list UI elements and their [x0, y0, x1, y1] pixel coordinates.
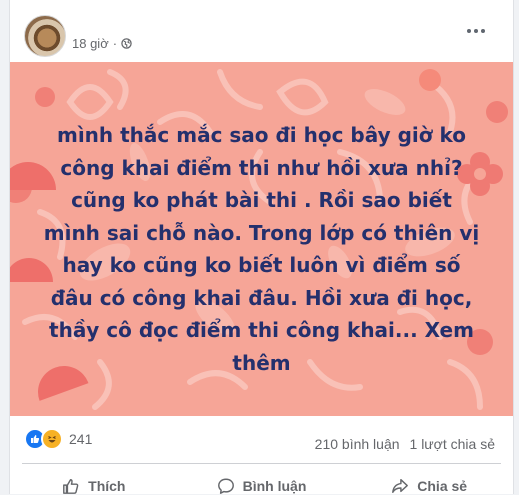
share-button[interactable]: Chia sẻ [345, 466, 513, 494]
share-icon [392, 478, 409, 494]
post-card: 18 giờ · mình thắc mắc sao đi học bây gi… [9, 0, 514, 494]
post-text: mình thắc mắc sao đi học bây giờ ko công… [40, 119, 483, 379]
comment-icon [217, 478, 234, 494]
share-label: Chia sẻ [417, 478, 468, 494]
haha-icon [41, 428, 63, 450]
like-label: Thích [88, 478, 126, 494]
globe-icon [121, 38, 132, 49]
engagement-counts: 210 bình luận 1 lượt chia sẻ [315, 436, 495, 452]
post-body: mình thắc mắc sao đi học bây giờ ko công… [43, 123, 480, 342]
thumbs-up-icon [63, 478, 79, 494]
meta-separator: · [112, 36, 118, 51]
post-time[interactable]: 18 giờ [72, 36, 109, 51]
comment-count[interactable]: 210 bình luận [315, 436, 400, 452]
more-options-icon[interactable] [465, 26, 487, 36]
post-stats: 241 210 bình luận 1 lượt chia sẻ [10, 416, 513, 456]
post-header: 18 giờ · [10, 0, 513, 62]
reaction-count: 241 [69, 431, 93, 447]
post-meta: 18 giờ · [72, 36, 132, 51]
reactions-summary[interactable]: 241 [24, 428, 92, 450]
comment-button[interactable]: Bình luận [178, 466, 346, 494]
post-background: mình thắc mắc sao đi học bây giờ ko công… [10, 62, 513, 416]
like-button[interactable]: Thích [10, 466, 178, 494]
post-actions: Thích Bình luận Chia sẻ [10, 466, 513, 494]
action-divider [22, 463, 501, 464]
share-count[interactable]: 1 lượt chia sẻ [410, 436, 495, 452]
avatar[interactable] [24, 15, 66, 57]
comment-label: Bình luận [242, 478, 307, 494]
